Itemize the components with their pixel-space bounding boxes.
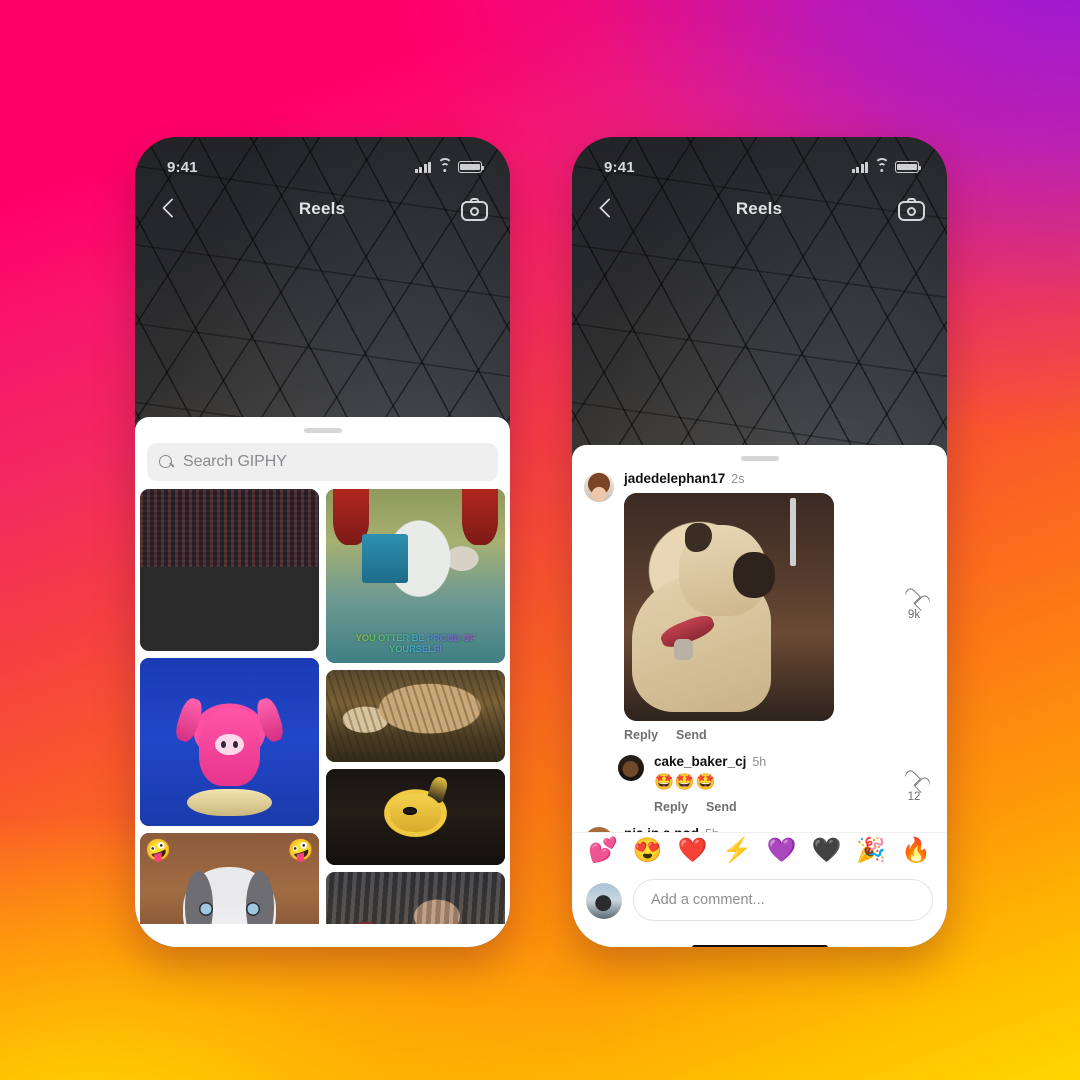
- wifi-icon: [437, 157, 452, 173]
- emoji-lightning[interactable]: ⚡: [722, 839, 752, 863]
- search-placeholder: Search GIPHY: [183, 453, 287, 470]
- comment-body: jadedelephan17 2s Reply Send: [624, 471, 883, 744]
- quick-emoji-bar[interactable]: 💕 😍 ❤️ ⚡ 💜 🖤 🎉 🔥: [572, 832, 947, 870]
- comment-body: cake_baker_cj 5h 🤩🤩🤩 Reply Send: [654, 754, 883, 815]
- gif-column-right: YOU OTTER BE PROUD OF YOURSELF!: [326, 489, 505, 924]
- comment-item[interactable]: jadedelephan17 2s Reply Send 9k: [584, 461, 935, 744]
- comment-header: cake_baker_cj 5h: [654, 754, 883, 770]
- reels-nav-right: Reels: [572, 183, 947, 235]
- page-title: Reels: [735, 199, 783, 218]
- comment-item[interactable]: pia.in.a.pod 5h Cool! I was there yester…: [584, 816, 935, 832]
- avatar[interactable]: [584, 472, 614, 502]
- gif-tile-puma-cougar[interactable]: [326, 670, 505, 762]
- reply-button[interactable]: Reply: [624, 728, 658, 742]
- comment-username[interactable]: cake_baker_cj: [654, 754, 746, 770]
- avatar[interactable]: [618, 755, 644, 782]
- comment-list[interactable]: jadedelephan17 2s Reply Send 9k cake_bak…: [572, 461, 947, 832]
- comment-text: 🤩🤩🤩: [654, 774, 717, 792]
- comment-timestamp: 2s: [731, 472, 745, 486]
- emoji-two-hearts[interactable]: 💕: [588, 839, 618, 863]
- giphy-sheet: Search GIPHY 🤪 🤪 YOU OTTER BE PROUD OF Y…: [135, 417, 510, 947]
- status-time: 9:41: [604, 158, 635, 176]
- gif-caption-otter: YOU OTTER BE PROUD OF YOURSELF!: [333, 633, 498, 656]
- reply-button[interactable]: Reply: [654, 800, 688, 814]
- comment-item[interactable]: cake_baker_cj 5h 🤩🤩🤩 Reply Send 12: [584, 744, 935, 815]
- comment-header: jadedelephan17 2s: [624, 471, 883, 487]
- battery-icon: [458, 161, 485, 173]
- like-count: 12: [907, 790, 921, 803]
- status-icons: [414, 157, 485, 173]
- like-column[interactable]: 12: [893, 754, 935, 815]
- status-bar-left: 9:41: [135, 137, 510, 183]
- comment-timestamp: 5h: [752, 755, 767, 770]
- emoji-black-heart[interactable]: 🖤: [812, 839, 842, 863]
- status-icons: [851, 157, 922, 173]
- chevron-left-icon[interactable]: [157, 196, 183, 222]
- gif-tile-soccer-celebration[interactable]: [140, 489, 319, 651]
- search-input[interactable]: Search GIPHY: [147, 443, 498, 481]
- battery-icon: [895, 161, 922, 173]
- cellular-bars-icon: [851, 161, 868, 173]
- emoji-heart-eyes[interactable]: 😍: [633, 839, 663, 863]
- gif-tile-kid-cotton-candy[interactable]: [326, 872, 505, 924]
- gif-tile-otter-proud[interactable]: YOU OTTER BE PROUD OF YOURSELF!: [326, 489, 505, 663]
- comments-container: jadedelephan17 2s Reply Send 9k cake_bak…: [572, 461, 947, 947]
- like-column[interactable]: 9k: [893, 471, 935, 744]
- gif-column-left: 🤪🤪 I LOVE YOU SO MUCH ❤❤❤: [140, 489, 319, 924]
- wifi-icon: [874, 157, 889, 173]
- comment-actions: Reply Send: [654, 800, 883, 816]
- search-container: Search GIPHY: [135, 433, 510, 489]
- comment-username[interactable]: jadedelephan17: [624, 471, 725, 487]
- camera-icon[interactable]: [461, 198, 488, 221]
- reels-nav-left: Reels: [135, 183, 510, 235]
- heart-icon[interactable]: [906, 771, 923, 786]
- phone-right-comments: 9:41 Reels jadedelephan17 2s Reply Send …: [572, 137, 947, 947]
- comments-sheet: jadedelephan17 2s Reply Send 9k cake_bak…: [572, 445, 947, 947]
- chevron-left-icon[interactable]: [594, 196, 620, 222]
- camera-icon[interactable]: [898, 198, 925, 221]
- send-button[interactable]: Send: [676, 728, 707, 742]
- emoji-party-popper[interactable]: 🎉: [856, 839, 886, 863]
- gif-tile-husky-emoji[interactable]: 🤪 🤪: [140, 833, 319, 924]
- emoji-fire[interactable]: 🔥: [901, 839, 931, 863]
- emoji-purple-heart[interactable]: 💜: [767, 839, 797, 863]
- add-comment-row: Add a comment...: [572, 870, 947, 931]
- like-count: 9k: [907, 609, 921, 621]
- home-indicator: [572, 931, 947, 947]
- phone-left-giphy-picker: 9:41 Reels Search GIPHY 🤪 🤪 YOU OTTER BE…: [135, 137, 510, 947]
- search-icon: [159, 454, 174, 470]
- gif-tile-fall-guys-pink[interactable]: [140, 658, 319, 826]
- gif-tile-pikachu-detective[interactable]: [326, 769, 505, 865]
- gif-results-grid[interactable]: 🤪🤪 I LOVE YOU SO MUCH ❤❤❤ YOU OTTER: [135, 489, 510, 924]
- status-time: 9:41: [167, 158, 198, 176]
- comment-gif-pug[interactable]: [624, 493, 834, 722]
- heart-icon[interactable]: [906, 589, 923, 604]
- send-button[interactable]: Send: [706, 800, 737, 814]
- page-title: Reels: [298, 199, 346, 218]
- user-avatar[interactable]: [586, 882, 622, 919]
- add-comment-input[interactable]: Add a comment...: [633, 879, 933, 921]
- status-bar-right: 9:41: [572, 137, 947, 183]
- comment-actions: Reply Send: [624, 728, 883, 744]
- emoji-red-heart[interactable]: ❤️: [677, 839, 707, 863]
- add-comment-placeholder: Add a comment...: [651, 892, 765, 908]
- cellular-bars-icon: [414, 161, 431, 173]
